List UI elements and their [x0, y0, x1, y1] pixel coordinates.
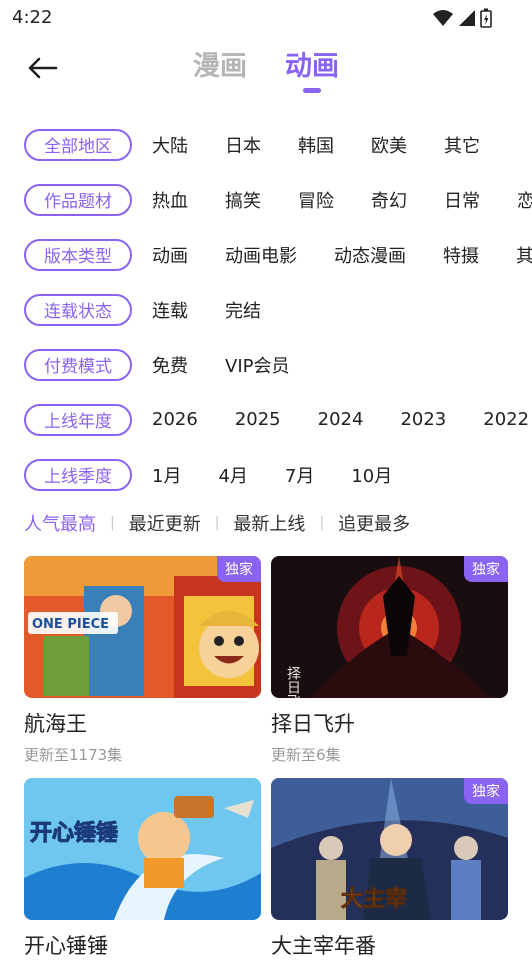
- filter-option[interactable]: 2025: [235, 409, 281, 430]
- filter-label-genre[interactable]: 作品题材: [24, 183, 132, 216]
- filter-option[interactable]: 特摄: [443, 242, 479, 268]
- filter-option[interactable]: 动态漫画: [334, 242, 406, 268]
- filter-label-year[interactable]: 上线年度: [24, 403, 132, 436]
- sort-popular[interactable]: 人气最高: [24, 510, 96, 536]
- filter-option[interactable]: 1月: [152, 462, 181, 488]
- anime-thumbnail[interactable]: 大主宰 独家: [271, 778, 508, 920]
- filter-option[interactable]: 7月: [285, 462, 314, 488]
- sort-most-followed[interactable]: 追更最多: [338, 510, 410, 536]
- sort-bar: 人气最高 | 最近更新 | 最新上线 | 追更最多: [24, 510, 410, 536]
- filter-option[interactable]: 动画: [152, 242, 188, 268]
- exclusive-badge: 独家: [464, 556, 508, 582]
- signal-icon: [459, 10, 475, 26]
- filter-option[interactable]: 2023: [400, 409, 446, 430]
- filter-label-payment[interactable]: 付费模式: [24, 348, 132, 381]
- kaixin-chuichui-cover-art: 开心锤锤: [24, 778, 261, 920]
- anime-card[interactable]: 大主宰 独家 大主宰年番: [271, 778, 508, 960]
- filter-option[interactable]: 大陆: [152, 132, 188, 158]
- filter-option[interactable]: 2026: [152, 409, 198, 430]
- tab-manga[interactable]: 漫画: [189, 44, 251, 83]
- exclusive-badge: 独家: [464, 778, 508, 804]
- filter-option[interactable]: 其: [516, 242, 532, 268]
- filter-option[interactable]: 其它: [444, 132, 480, 158]
- filter-row-season: 上线季度 1月 4月 7月 10月: [24, 447, 532, 502]
- battery-icon: [480, 8, 492, 28]
- filter-option[interactable]: 日常: [444, 187, 480, 213]
- filter-option[interactable]: 冒险: [298, 187, 334, 213]
- filter-option[interactable]: 欧美: [371, 132, 407, 158]
- filter-option[interactable]: VIP会员: [225, 352, 289, 378]
- filter-row-region: 全部地区 大陆 日本 韩国 欧美 其它: [24, 117, 532, 172]
- filter-row-payment: 付费模式 免费 VIP会员: [24, 337, 532, 392]
- card-title[interactable]: 择日飞升: [271, 708, 508, 738]
- filter-option[interactable]: 4月: [218, 462, 247, 488]
- filter-option[interactable]: 2022: [483, 409, 529, 430]
- anime-card[interactable]: ONE PIECE 独家 航海王 更新至1173集: [24, 556, 261, 765]
- filter-option[interactable]: 奇幻: [371, 187, 407, 213]
- filter-option[interactable]: 完结: [225, 297, 261, 323]
- status-bar: 4:22: [0, 0, 532, 36]
- filter-option[interactable]: 动画电影: [225, 242, 297, 268]
- cover-logo-text: 开心锤锤: [30, 820, 118, 846]
- filter-row-version: 版本类型 动画 动画电影 动态漫画 特摄 其: [24, 227, 532, 282]
- filter-row-status: 连载状态 连载 完结: [24, 282, 532, 337]
- anime-card[interactable]: 择日飞升 独家 择日飞升 更新至6集: [271, 556, 508, 765]
- sort-divider: |: [319, 515, 325, 531]
- filter-label-region[interactable]: 全部地区: [24, 128, 132, 161]
- wifi-icon: [433, 10, 453, 26]
- filter-option[interactable]: 免费: [152, 352, 188, 378]
- status-icons: [432, 8, 492, 28]
- card-episode-info: 更新至6集: [271, 746, 341, 764]
- card-episode-info: 更新至1173集: [24, 746, 123, 764]
- filter-option[interactable]: 恋: [517, 187, 532, 213]
- tab-bar: 漫画 动画: [0, 44, 532, 93]
- filter-option[interactable]: 搞笑: [225, 187, 261, 213]
- cover-title-text: 择日飞升: [285, 666, 301, 698]
- anime-thumbnail[interactable]: 开心锤锤: [24, 778, 261, 920]
- sort-recent-update[interactable]: 最近更新: [129, 510, 201, 536]
- status-time: 4:22: [12, 7, 53, 28]
- card-title[interactable]: 航海王: [24, 708, 261, 738]
- anime-thumbnail[interactable]: ONE PIECE 独家: [24, 556, 261, 698]
- card-title[interactable]: 开心锤锤: [24, 930, 261, 960]
- filter-label-season[interactable]: 上线季度: [24, 458, 132, 491]
- filter-option[interactable]: 热血: [152, 187, 188, 213]
- filter-option[interactable]: 韩国: [298, 132, 334, 158]
- sort-divider: |: [214, 515, 220, 531]
- sort-divider: |: [110, 515, 115, 531]
- anime-card[interactable]: 开心锤锤 开心锤锤: [24, 778, 261, 960]
- filter-option[interactable]: 连载: [152, 297, 188, 323]
- anime-thumbnail[interactable]: 择日飞升 独家: [271, 556, 508, 698]
- card-title[interactable]: 大主宰年番: [271, 930, 508, 960]
- tab-indicator: [303, 88, 321, 93]
- tab-anime[interactable]: 动画: [281, 44, 343, 93]
- cover-logo-text: ONE PIECE: [32, 617, 109, 632]
- filter-option[interactable]: 2024: [318, 409, 364, 430]
- exclusive-badge: 独家: [217, 556, 261, 582]
- header: 漫画 动画: [0, 36, 532, 106]
- sort-newest[interactable]: 最新上线: [233, 510, 305, 536]
- filter-row-year: 上线年度 2026 2025 2024 2023 2022: [24, 392, 532, 447]
- filter-panel: 全部地区 大陆 日本 韩国 欧美 其它 作品题材 热血 搞笑 冒险 奇幻 日常 …: [24, 117, 532, 502]
- filter-label-version[interactable]: 版本类型: [24, 238, 132, 271]
- filter-option[interactable]: 10月: [351, 462, 392, 488]
- filter-row-genre: 作品题材 热血 搞笑 冒险 奇幻 日常 恋: [24, 172, 532, 227]
- filter-option[interactable]: 日本: [225, 132, 261, 158]
- filter-label-status[interactable]: 连载状态: [24, 293, 132, 326]
- cover-logo-text: 大主宰: [341, 886, 407, 912]
